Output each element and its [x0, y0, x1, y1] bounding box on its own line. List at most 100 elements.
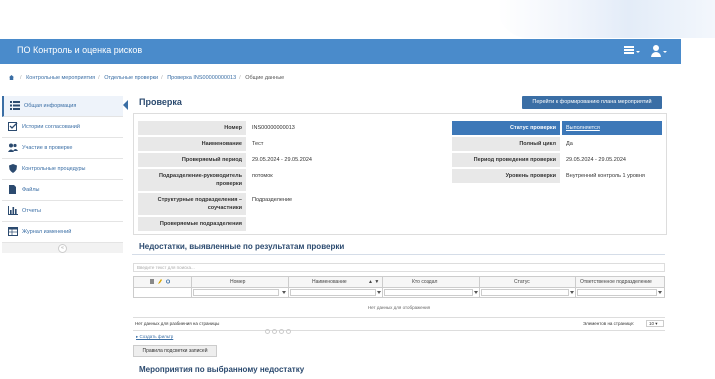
app-title: ПО Контроль и оценка рисков — [17, 45, 143, 55]
checkbox-icon — [8, 122, 18, 131]
app-header: ПО Контроль и оценка рисков — [0, 39, 681, 64]
sidebar-item-label: Участие в проверке — [22, 145, 73, 151]
field-value: 29.05.2024 - 29.05.2024 — [252, 157, 312, 163]
background-decoration — [498, 0, 715, 38]
column-header[interactable]: Наименование — [312, 279, 347, 285]
user-icon[interactable] — [651, 45, 661, 57]
chevron-down-icon[interactable] — [474, 291, 478, 294]
create-filter-label: Создать фильтр — [139, 334, 174, 339]
empty-message: Нет данных для отображения — [367, 305, 431, 310]
per-page-value: 10 — [649, 321, 655, 326]
sidebar-item-procedures[interactable]: Контрольные процедуры — [2, 159, 123, 180]
chevron-down-icon[interactable] — [282, 291, 286, 294]
active-pointer — [123, 100, 128, 110]
table-header: Номер Наименование ▲ ▼ Кто создал Статус… — [134, 277, 664, 288]
breadcrumb-link[interactable]: Проверка INS00000000013 — [167, 75, 236, 81]
filter-status[interactable] — [481, 289, 569, 296]
chevron-down-icon[interactable] — [377, 291, 381, 294]
pager: Нет данных для разбиения на страницы Эле… — [133, 317, 665, 334]
sidebar-item-label: Файлы — [22, 187, 40, 193]
sidebar-collapse[interactable]: « — [2, 243, 123, 253]
breadcrumb: / Контрольные мероприятия / Отдельные про… — [9, 75, 284, 81]
create-filter-link[interactable]: ▸ Создать фильтр — [136, 334, 173, 340]
field-label: Проверяемые подразделения — [138, 217, 246, 231]
field-value: Подразделение — [252, 197, 293, 203]
sidebar-item-approvals[interactable]: Истории согласований — [2, 117, 123, 138]
filter-department[interactable] — [577, 289, 657, 296]
status-link[interactable]: Выполняется — [566, 125, 600, 131]
filter-author[interactable] — [384, 289, 473, 296]
shield-icon — [9, 164, 17, 173]
chevron-down-icon — [636, 51, 640, 53]
last-page-button[interactable] — [286, 329, 291, 334]
prev-page-button[interactable] — [272, 329, 277, 334]
chevron-down-icon[interactable] — [658, 291, 662, 294]
field-value: Тест — [252, 141, 264, 147]
highlight-rules-button[interactable]: Правила подсветки записей — [133, 345, 217, 357]
field-label: Проверяемый период — [138, 153, 246, 167]
chevron-down-icon[interactable] — [570, 291, 574, 294]
field-label: Полный цикл — [452, 137, 560, 151]
pager-info: Нет данных для разбиения на страницы — [135, 321, 220, 326]
grid-settings-icon[interactable] — [150, 279, 154, 284]
file-icon — [9, 185, 16, 194]
sidebar-item-changelog[interactable]: Журнал изменений — [2, 222, 123, 243]
column-header[interactable]: Ответственное подразделение — [580, 279, 652, 285]
sort-icon[interactable]: ▲ ▼ — [368, 279, 379, 285]
column-header[interactable]: Кто создал — [412, 279, 437, 285]
collapse-icon: « — [58, 244, 67, 253]
divider — [132, 254, 665, 255]
sidebar-item-label: Контрольные процедуры — [22, 166, 86, 172]
edit-icon[interactable] — [158, 279, 162, 284]
measures-title: Мероприятия по выбранному недостатку — [139, 365, 305, 374]
field-label: Подразделение-руководитель проверки — [138, 169, 246, 191]
sidebar-item-label: Истории согласований — [22, 124, 80, 130]
column-header[interactable]: Статус — [514, 279, 530, 285]
field-value: INS00000000013 — [252, 125, 295, 131]
field-label: Структурные подразделения – соучастники — [138, 193, 246, 215]
chevron-down-icon — [663, 51, 667, 53]
inspection-details: Номер INS00000000013 Наименование Тест П… — [133, 113, 667, 235]
field-value: потомок — [252, 173, 273, 179]
sidebar-item-label: Журнал изменений — [22, 229, 72, 235]
column-header[interactable]: Номер — [230, 279, 245, 285]
field-label: Уровень проверки — [452, 169, 560, 183]
pager-buttons — [265, 321, 293, 339]
breadcrumb-link[interactable]: Отдельные проверки — [104, 75, 158, 81]
per-page-select[interactable]: 10 ▾ — [646, 320, 664, 327]
filter-name[interactable] — [290, 289, 376, 296]
refresh-icon[interactable] — [166, 279, 170, 284]
breadcrumb-link[interactable]: Контрольные мероприятия — [26, 75, 95, 81]
filter-number[interactable] — [193, 289, 279, 296]
sidebar-item-reports[interactable]: Отчеты — [2, 201, 123, 222]
plan-button[interactable]: Перейти к формированию плана мероприятий — [522, 96, 662, 109]
deficiencies-table: Номер Наименование ▲ ▼ Кто создал Статус… — [133, 276, 665, 298]
status-label: Статус проверки — [452, 121, 560, 135]
per-page-label: Элементов на странице: — [583, 321, 635, 326]
field-label: Наименование — [138, 137, 246, 151]
field-value: 29.05.2024 - 29.05.2024 — [566, 157, 626, 163]
breadcrumb-current: Общие данные — [245, 75, 285, 81]
search-input[interactable]: Введите текст для поиска... — [133, 263, 665, 272]
bar-chart-icon — [8, 206, 18, 215]
home-icon[interactable] — [9, 75, 14, 80]
sidebar: Общая информация Истории согласований Уч… — [2, 96, 123, 253]
first-page-button[interactable] — [265, 329, 270, 334]
field-label: Номер — [138, 121, 246, 135]
sidebar-item-label: Общая информация — [24, 103, 77, 109]
sidebar-item-label: Отчеты — [22, 208, 42, 214]
deficiencies-title: Недостатки, выявленные по результатам пр… — [139, 242, 345, 251]
field-label: Период проведения проверки — [452, 153, 560, 167]
sidebar-item-participants[interactable]: Участие в проверке — [2, 138, 123, 159]
sidebar-item-general[interactable]: Общая информация — [2, 96, 123, 117]
hamburger-menu-icon[interactable] — [624, 46, 634, 54]
users-icon — [8, 143, 18, 152]
status-value: Выполняется — [562, 121, 662, 135]
list-icon — [10, 101, 20, 110]
page-title: Проверка — [139, 97, 182, 107]
next-page-button[interactable] — [279, 329, 284, 334]
sidebar-item-files[interactable]: Файлы — [2, 180, 123, 201]
field-value: Внутренний контроль 1 уровня — [566, 173, 645, 179]
field-value: Да — [566, 141, 573, 147]
table-icon — [8, 227, 18, 236]
